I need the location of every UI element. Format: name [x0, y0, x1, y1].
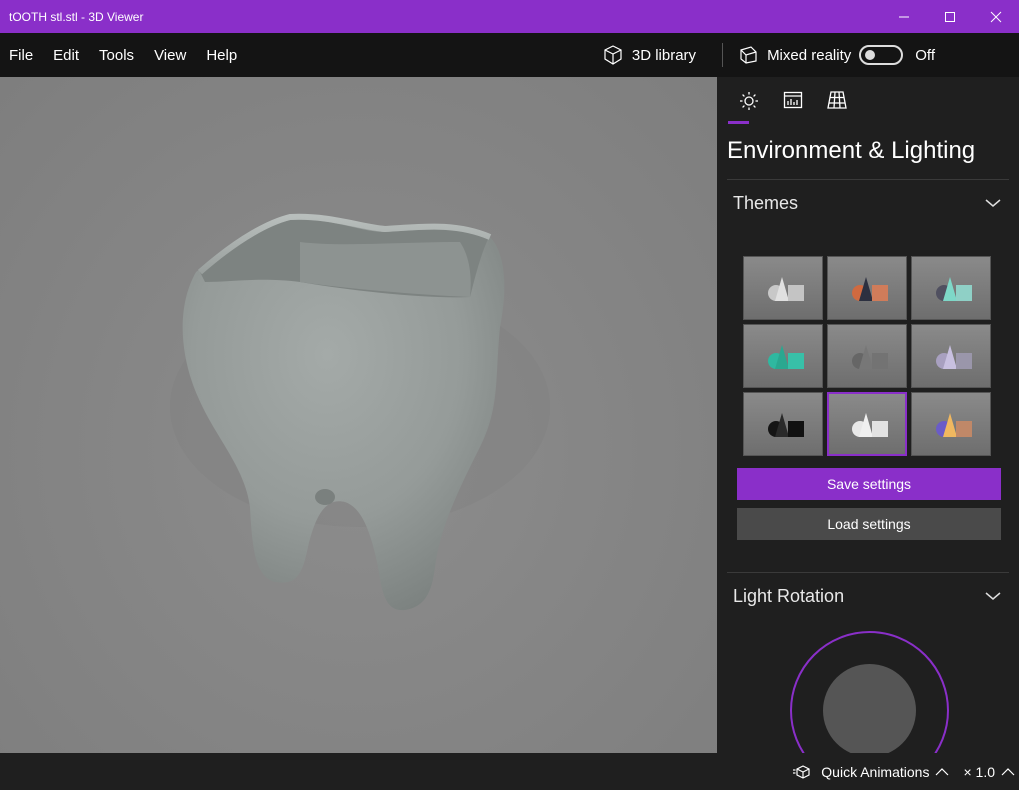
tab-stats[interactable] [771, 77, 815, 125]
model-viewport[interactable] [0, 77, 717, 753]
quick-animations-label: Quick Animations [821, 763, 930, 780]
save-settings-button[interactable]: Save settings [737, 468, 1001, 500]
theme-option[interactable] [743, 256, 823, 320]
light-rotation-control[interactable] [717, 619, 1019, 753]
light-rotation-label: Light Rotation [733, 585, 845, 606]
animation-speed-label: × 1.0 [963, 763, 995, 780]
tab-mesh[interactable] [815, 77, 859, 125]
theme-thumbnail [768, 277, 804, 301]
theme-thumbnail [936, 345, 972, 369]
menu-tools[interactable]: Tools [89, 47, 144, 64]
theme-grid [717, 256, 1019, 456]
maximize-button[interactable] [927, 0, 973, 33]
theme-option[interactable] [743, 324, 823, 388]
environment-panel: Environment & Lighting Themes Save setti… [717, 77, 1019, 753]
menu-bar: File Edit Tools View Help 3D library Mix… [0, 33, 1019, 77]
stats-icon [783, 91, 803, 109]
status-bar: Quick Animations × 1.0 [0, 753, 1019, 790]
chevron-down-icon [985, 592, 1001, 600]
toolbar-right: 3D library Mixed reality Off [602, 33, 1019, 77]
toolbar-separator [722, 43, 724, 67]
animation-speed-button[interactable]: × 1.0 [963, 764, 1015, 780]
load-settings-button[interactable]: Load settings [737, 508, 1001, 540]
maximize-icon [945, 11, 955, 22]
theme-option-selected[interactable] [827, 392, 907, 456]
chevron-up-icon [936, 767, 949, 775]
light-rotation-header[interactable]: Light Rotation [717, 573, 1019, 619]
theme-thumbnail [768, 345, 804, 369]
mixed-reality-label: Mixed reality [767, 46, 852, 64]
mixed-reality-button[interactable]: Mixed reality [737, 44, 851, 66]
mixed-reality-state: Off [915, 46, 935, 64]
grid-icon [827, 91, 847, 109]
close-icon [990, 11, 1002, 22]
close-button[interactable] [973, 0, 1019, 33]
theme-option[interactable] [743, 392, 823, 456]
title-bar: tOOTH stl.stl - 3D Viewer [0, 0, 1019, 33]
theme-thumbnail [852, 345, 888, 369]
minimize-button[interactable] [881, 0, 927, 33]
menu-view[interactable]: View [144, 47, 196, 64]
chevron-down-icon [985, 199, 1001, 207]
mixed-reality-icon [740, 46, 757, 64]
menu-help[interactable]: Help [196, 47, 247, 64]
toggle-knob [865, 50, 876, 60]
animation-icon [793, 764, 810, 779]
theme-thumbnail [852, 413, 888, 437]
chevron-up-icon [1001, 767, 1015, 775]
theme-thumbnail [936, 413, 972, 437]
themes-header[interactable]: Themes [717, 180, 1019, 226]
menu-edit[interactable]: Edit [43, 47, 89, 64]
mixed-reality-toggle[interactable] [859, 45, 904, 65]
panel-title: Environment & Lighting [727, 137, 976, 164]
theme-thumbnail [936, 277, 972, 301]
sun-icon [740, 92, 758, 110]
theme-thumbnail [852, 277, 888, 301]
window-title: tOOTH stl.stl - 3D Viewer [9, 9, 144, 24]
theme-thumbnail [768, 413, 804, 437]
tooth-model [170, 213, 550, 611]
minimize-icon [899, 16, 909, 17]
library-button[interactable]: 3D library [602, 44, 696, 66]
theme-option[interactable] [911, 324, 991, 388]
theme-option[interactable] [827, 324, 907, 388]
theme-option[interactable] [911, 392, 991, 456]
light-sphere [823, 664, 916, 753]
tab-lighting[interactable] [727, 77, 771, 125]
quick-animations-button[interactable]: Quick Animations [793, 763, 949, 781]
menu-file[interactable]: File [0, 47, 43, 64]
library-label: 3D library [631, 46, 697, 64]
theme-option[interactable] [911, 256, 991, 320]
panel-tabs [717, 77, 1019, 125]
theme-option[interactable] [827, 256, 907, 320]
cube-icon [604, 45, 622, 65]
themes-label: Themes [733, 192, 799, 213]
